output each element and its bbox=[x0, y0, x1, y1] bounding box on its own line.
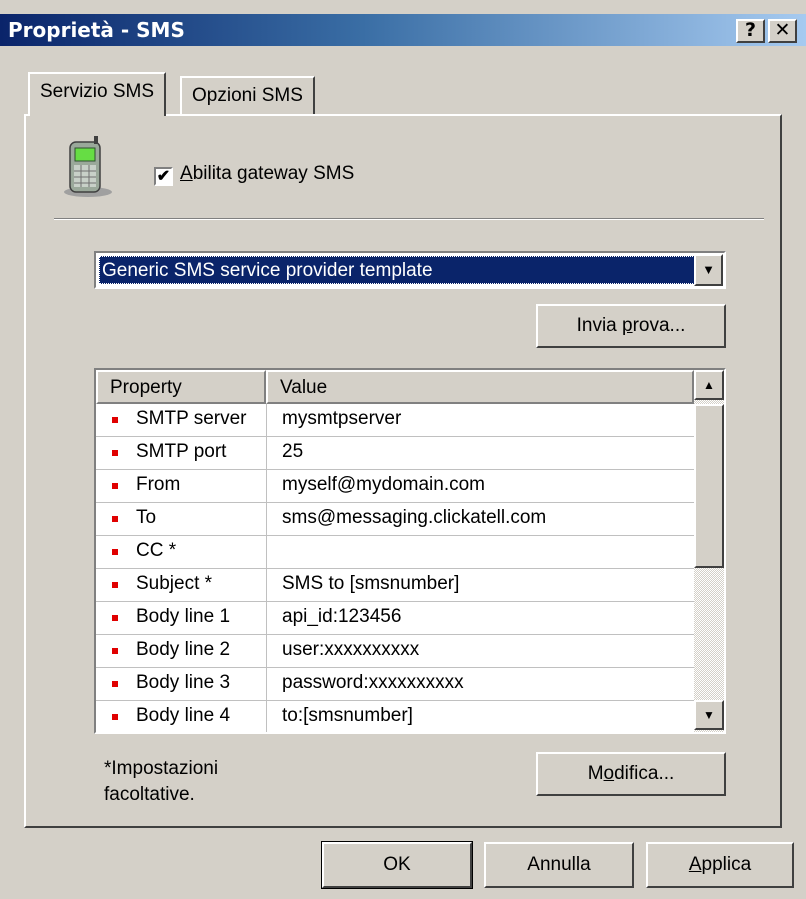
help-button[interactable]: ? bbox=[736, 19, 765, 43]
bullet-icon bbox=[112, 549, 118, 555]
value-cell[interactable]: user:xxxxxxxxxx bbox=[282, 639, 419, 661]
table-row[interactable]: CC * bbox=[96, 536, 694, 569]
send-test-button[interactable]: Invia prova... bbox=[536, 304, 726, 348]
cancel-button[interactable]: Annulla bbox=[484, 842, 634, 888]
grid-header: Property Value bbox=[96, 370, 694, 404]
bullet-icon bbox=[112, 417, 118, 423]
property-cell: CC * bbox=[136, 540, 177, 561]
provider-selected-value: Generic SMS service provider template bbox=[99, 256, 695, 284]
table-row[interactable]: SMTP port 25 bbox=[96, 437, 694, 470]
separator bbox=[54, 218, 764, 220]
table-row[interactable]: From myself@mydomain.com bbox=[96, 470, 694, 503]
property-cell: To bbox=[136, 507, 157, 528]
table-row[interactable]: Body line 3 password:xxxxxxxxxx bbox=[96, 668, 694, 701]
tab-opzioni-sms[interactable]: Opzioni SMS bbox=[180, 76, 315, 116]
bullet-icon bbox=[112, 615, 118, 621]
provider-dropdown[interactable]: Generic SMS service provider template ▼ bbox=[94, 251, 726, 289]
property-cell: Body line 4 bbox=[136, 705, 231, 726]
table-row[interactable]: SMTP server mysmtpserver bbox=[96, 404, 694, 437]
property-cell: Body line 2 bbox=[136, 639, 231, 660]
property-grid[interactable]: Property Value SMTP server mysmtpserver SM… bbox=[94, 368, 726, 734]
tab-servizio-sms[interactable]: Servizio SMS bbox=[28, 72, 167, 116]
property-cell: SMTP server bbox=[136, 408, 247, 429]
table-row[interactable]: To sms@messaging.clickatell.com bbox=[96, 503, 694, 536]
grid-body: SMTP server mysmtpserver SMTP port 25 From my… bbox=[96, 404, 694, 732]
value-cell[interactable]: SMS to [smsnumber] bbox=[282, 573, 459, 595]
value-cell[interactable]: mysmtpserver bbox=[282, 408, 401, 430]
table-row[interactable]: Body line 4 to:[smsnumber] bbox=[96, 701, 694, 732]
bullet-icon bbox=[112, 648, 118, 654]
title-bar[interactable]: Proprietà - SMS ? ✕ bbox=[0, 14, 806, 46]
value-cell[interactable]: to:[smsnumber] bbox=[282, 705, 413, 727]
scroll-down-icon[interactable]: ▼ bbox=[694, 700, 724, 730]
value-cell[interactable]: myself@mydomain.com bbox=[282, 474, 485, 496]
vertical-scrollbar[interactable]: ▲ ▼ bbox=[694, 370, 724, 732]
enable-gateway-label[interactable]: Abilita gateway SMS bbox=[180, 163, 354, 185]
value-cell[interactable]: sms@messaging.clickatell.com bbox=[282, 507, 546, 529]
edit-button[interactable]: Modifica... bbox=[536, 752, 726, 796]
apply-button[interactable]: Applica bbox=[646, 842, 794, 888]
property-cell: Body line 1 bbox=[136, 606, 231, 627]
bullet-icon bbox=[112, 516, 118, 522]
property-cell: Subject * bbox=[136, 573, 213, 594]
ok-button[interactable]: OK bbox=[321, 841, 473, 889]
scroll-up-icon[interactable]: ▲ bbox=[694, 370, 724, 400]
scroll-thumb[interactable] bbox=[694, 404, 724, 568]
property-cell: Body line 3 bbox=[136, 672, 231, 693]
dropdown-arrow-icon[interactable]: ▼ bbox=[694, 254, 723, 286]
column-header-value[interactable]: Value bbox=[266, 370, 694, 404]
bullet-icon bbox=[112, 483, 118, 489]
value-cell[interactable]: api_id:123456 bbox=[282, 606, 401, 628]
property-cell: From bbox=[136, 474, 181, 495]
bullet-icon bbox=[112, 714, 118, 720]
table-row[interactable]: Body line 2 user:xxxxxxxxxx bbox=[96, 635, 694, 668]
value-cell[interactable]: 25 bbox=[282, 441, 303, 463]
table-row[interactable]: Subject * SMS to [smsnumber] bbox=[96, 569, 694, 602]
optional-settings-note: *Impostazioni facoltative. bbox=[104, 758, 219, 805]
window-title: Proprietà - SMS bbox=[8, 18, 185, 42]
bullet-icon bbox=[112, 450, 118, 456]
properties-dialog: Proprietà - SMS ? ✕ Servizio SMS Opzioni… bbox=[0, 0, 806, 899]
enable-gateway-checkbox[interactable]: ✔ bbox=[154, 167, 173, 186]
property-cell: SMTP port bbox=[136, 441, 227, 462]
bullet-icon bbox=[112, 681, 118, 687]
mobile-phone-icon bbox=[64, 136, 112, 197]
close-button[interactable]: ✕ bbox=[768, 19, 797, 43]
table-row[interactable]: Body line 1 api_id:123456 bbox=[96, 602, 694, 635]
column-header-property[interactable]: Property bbox=[96, 370, 266, 404]
value-cell[interactable]: password:xxxxxxxxxx bbox=[282, 672, 464, 694]
bullet-icon bbox=[112, 582, 118, 588]
